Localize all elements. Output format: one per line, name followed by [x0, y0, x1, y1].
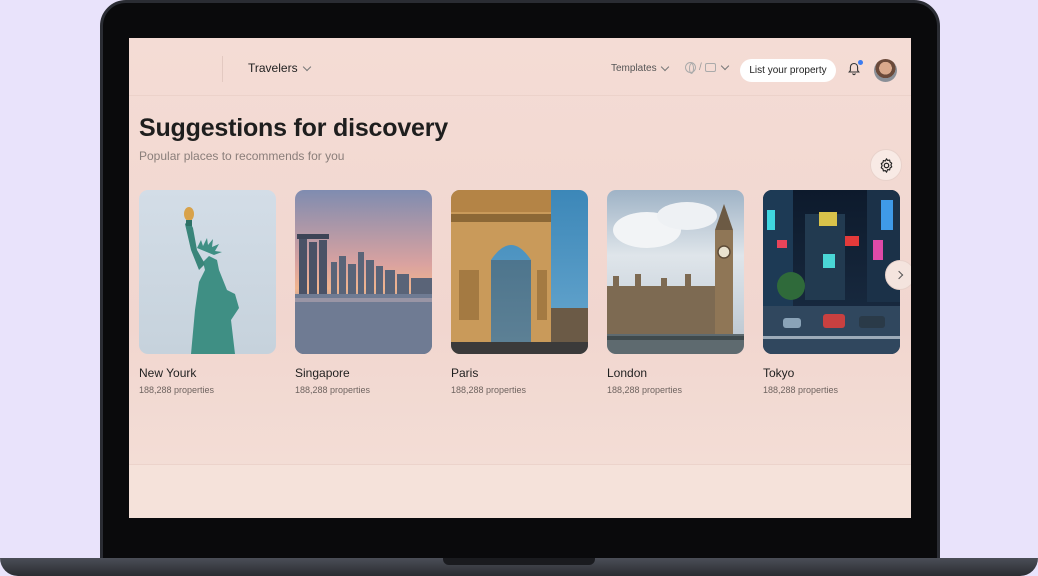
laptop-mockup: Travelers Templates / List your property… — [0, 0, 1038, 576]
destination-count: 188,288 properties — [607, 385, 683, 395]
chevron-right-icon — [894, 270, 903, 280]
list-property-button[interactable]: List your property — [740, 59, 836, 82]
destination-card-london[interactable]: London 188,288 properties — [607, 190, 744, 395]
destination-card-new-york[interactable]: New Yourk 188,288 properties — [139, 190, 276, 395]
destination-name: Tokyo — [763, 366, 795, 380]
destination-carousel: New Yourk 188,288 properties Singapore 1… — [139, 190, 911, 410]
templates-label: Templates — [611, 63, 657, 74]
avatar[interactable] — [874, 59, 897, 82]
page-subtitle: Popular places to recommends for you — [139, 149, 345, 163]
templates-dropdown[interactable]: Templates — [611, 62, 669, 74]
destination-count: 188,288 properties — [451, 385, 527, 395]
globe-icon — [685, 62, 696, 74]
separator-slash: / — [699, 62, 702, 73]
travelers-label: Travelers — [248, 61, 298, 75]
chevron-down-icon — [660, 62, 669, 72]
destination-card-paris[interactable]: Paris 188,288 properties — [451, 190, 588, 395]
destination-name: Singapore — [295, 366, 350, 380]
notification-dot — [858, 60, 863, 65]
destination-image — [607, 190, 744, 354]
chevron-down-icon — [720, 61, 730, 71]
destination-image — [295, 190, 432, 354]
language-currency-selector[interactable]: / — [685, 61, 730, 74]
page-title: Suggestions for discovery — [139, 114, 448, 142]
settings-button[interactable] — [870, 149, 902, 181]
chevron-down-icon — [302, 62, 311, 71]
destination-image — [451, 190, 588, 354]
destination-name: New Yourk — [139, 366, 197, 380]
currency-icon — [704, 63, 716, 72]
destination-card-singapore[interactable]: Singapore 188,288 properties — [295, 190, 432, 395]
gear-icon — [880, 157, 892, 173]
destination-image — [139, 190, 276, 354]
destination-name: Paris — [451, 366, 479, 380]
destination-image — [763, 190, 900, 354]
destination-count: 188,288 properties — [139, 385, 215, 395]
screen-footer-area — [129, 464, 911, 518]
top-navigation: Travelers Templates / List your property — [129, 38, 911, 96]
app-screen: Travelers Templates / List your property… — [129, 38, 911, 518]
travelers-dropdown[interactable]: Travelers — [248, 61, 311, 75]
destination-count: 188,288 properties — [295, 385, 371, 395]
destination-name: London — [607, 366, 648, 380]
destination-count: 188,288 properties — [763, 385, 839, 395]
destination-card-tokyo[interactable]: Tokyo 188,288 properties — [763, 190, 900, 395]
laptop-notch — [443, 558, 595, 565]
carousel-next-button[interactable] — [885, 260, 911, 290]
logo-divider — [222, 56, 223, 82]
